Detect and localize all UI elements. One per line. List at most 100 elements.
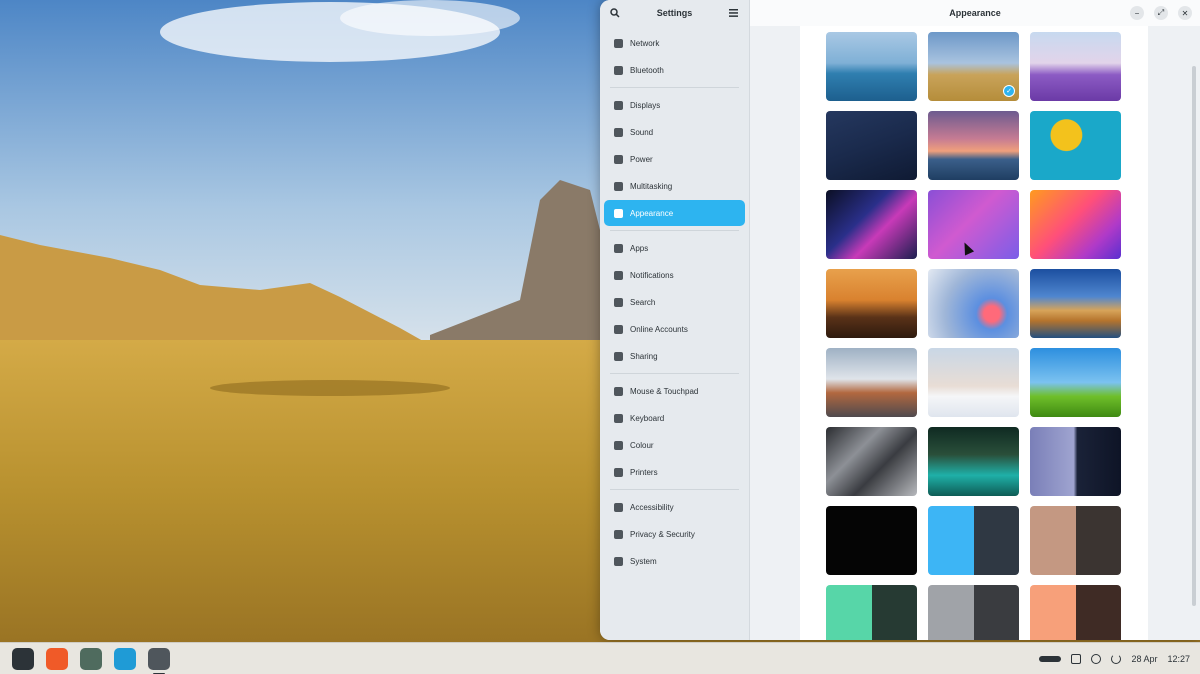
wallpaper-thumbnail-peach-brown[interactable] (1030, 585, 1121, 640)
sidebar-item-label: Bluetooth (630, 65, 664, 75)
mouse-icon (614, 386, 623, 396)
wallpaper-thumbnail-sugarloaf-sunset[interactable] (826, 269, 917, 338)
wallpaper-thumbnail-grey-squares[interactable] (826, 427, 917, 496)
wallpaper-thumbnail-frosted-tree[interactable] (928, 348, 1019, 417)
sidebar-item-appearance[interactable]: Appearance (604, 200, 745, 226)
tray-date[interactable]: 28 Apr (1131, 654, 1157, 664)
wallpaper-thumbnail-sunset-gradient[interactable] (1030, 190, 1121, 259)
sidebar-item-colour[interactable]: Colour (604, 432, 745, 458)
sidebar-item-accessibility[interactable]: Accessibility (604, 494, 745, 520)
power-icon (614, 154, 623, 164)
search-icon[interactable] (608, 6, 622, 20)
tray-time[interactable]: 12:27 (1167, 654, 1190, 664)
wallpaper-thumbnail-green-field-sky[interactable] (1030, 348, 1121, 417)
sidebar-item-online-accounts[interactable]: Online Accounts (604, 316, 745, 342)
sidebar-item-bluetooth[interactable]: Bluetooth (604, 57, 745, 83)
battery-icon[interactable] (1039, 656, 1062, 662)
gear-icon (614, 556, 623, 566)
display-icon (614, 100, 623, 110)
colour-icon (614, 440, 623, 450)
wallpaper-panel: ✓ (800, 26, 1148, 640)
sidebar-item-system[interactable]: System (604, 548, 745, 574)
colour-swatch (1030, 585, 1076, 640)
zorin-menu-icon[interactable] (12, 647, 34, 670)
sidebar-item-multitasking[interactable]: Multitasking (604, 173, 745, 199)
sidebar-item-label: Mouse & Touchpad (630, 386, 699, 396)
scrollbar[interactable] (1192, 66, 1196, 606)
colour-swatch (1075, 585, 1121, 640)
sidebar-item-label: Apps (630, 243, 649, 253)
keyboard-icon (614, 413, 623, 423)
printer-icon (614, 467, 623, 477)
sidebar-item-label: Appearance (630, 208, 674, 218)
sidebar-item-label: Power (630, 154, 653, 164)
sidebar-item-label: System (630, 556, 657, 566)
sidebar-item-label: Privacy & Security (630, 529, 695, 539)
sidebar-separator (610, 230, 739, 231)
colour-swatch (973, 585, 1019, 640)
appearance-icon (614, 208, 623, 218)
hamburger-menu-icon[interactable] (727, 6, 741, 20)
wallpaper-thumbnail-lavender-tree[interactable] (1030, 32, 1121, 101)
wallpaper-thumbnail-blue-rocks-lake[interactable] (1030, 269, 1121, 338)
sidebar-item-network[interactable]: Network (604, 30, 745, 56)
wallpaper-thumbnail-sky-blue-slate[interactable] (928, 506, 1019, 575)
sidebar-item-sharing[interactable]: Sharing (604, 343, 745, 369)
wallpaper-thumbnail-grey-charcoal[interactable] (928, 585, 1019, 640)
sidebar-item-label: Notifications (630, 270, 674, 280)
wallpaper-thumbnail-tan-dark[interactable] (1030, 506, 1121, 575)
sidebar-item-apps[interactable]: Apps (604, 235, 745, 261)
settings-gear-icon[interactable] (148, 647, 170, 674)
sidebar-item-label: Network (630, 38, 660, 48)
wallpaper-thumbnail-blue-glass[interactable] (928, 269, 1019, 338)
sidebar-item-printers[interactable]: Printers (604, 459, 745, 485)
wallpaper-thumbnail-mountain-night-split[interactable] (1030, 427, 1121, 496)
sidebar-item-power[interactable]: Power (604, 146, 745, 172)
files-icon[interactable] (80, 647, 102, 670)
sidebar-item-mouse-touchpad[interactable]: Mouse & Touchpad (604, 378, 745, 404)
colour-swatch (973, 506, 1019, 575)
close-button[interactable]: ✕ (1178, 6, 1192, 20)
colour-swatch (1030, 506, 1076, 575)
sidebar-item-notifications[interactable]: Notifications (604, 262, 745, 288)
sidebar-item-label: Multitasking (630, 181, 673, 191)
accounts-icon (614, 324, 623, 334)
brave-browser-icon[interactable] (46, 647, 68, 670)
content-body: ✓ (750, 26, 1200, 640)
colour-swatch (871, 585, 917, 640)
minimize-button[interactable]: − (1130, 6, 1144, 20)
wallpaper-thumbnail-solid-black[interactable] (826, 506, 917, 575)
wallpaper-thumbnail-snow-rocks[interactable] (826, 348, 917, 417)
apps-icon (614, 243, 623, 253)
sidebar-item-label: Online Accounts (630, 324, 688, 334)
colour-swatch (1075, 506, 1121, 575)
search-icon (614, 297, 623, 307)
wallpaper-thumbnail-pink-clouds-sea[interactable] (928, 111, 1019, 180)
wallpaper-thumbnail-pool-float[interactable] (1030, 111, 1121, 180)
wallpaper-thumbnail-island-sea[interactable] (826, 32, 917, 101)
wallpaper-thumbnail-mint-dark[interactable] (826, 585, 917, 640)
sidebar-item-search[interactable]: Search (604, 289, 745, 315)
maximize-button[interactable]: ⤢ (1154, 6, 1168, 20)
colour-swatch (826, 585, 872, 640)
sidebar-item-label: Accessibility (630, 502, 674, 512)
volume-icon[interactable] (1091, 654, 1102, 664)
sidebar-header: Settings (600, 0, 749, 26)
software-store-icon[interactable] (114, 647, 136, 670)
wallpaper-thumbnail-tropical-lagoon[interactable] (928, 427, 1019, 496)
colour-swatch (928, 585, 974, 640)
wallpaper-thumbnail-dark-dunes[interactable] (826, 111, 917, 180)
wallpaper-thumbnail-mesa-field[interactable]: ✓ (928, 32, 1019, 101)
sidebar-list: Network Bluetooth Displays Sound Power Multit… (600, 26, 749, 574)
sidebar-item-keyboard[interactable]: Keyboard (604, 405, 745, 431)
power-icon[interactable] (1111, 654, 1122, 664)
display-icon[interactable] (1071, 654, 1082, 664)
sidebar-item-displays[interactable]: Displays (604, 92, 745, 118)
wallpaper-thumbnail-purple-waves[interactable] (928, 190, 1019, 259)
wallpaper-thumbnail-crystal-abstract[interactable] (826, 190, 917, 259)
sidebar-item-sound[interactable]: Sound (604, 119, 745, 145)
settings-window: Settings Network Bluetooth Displays Sound Po… (600, 0, 1200, 640)
sidebar-separator (610, 489, 739, 490)
sidebar-item-privacy-security[interactable]: Privacy & Security (604, 521, 745, 547)
sound-icon (614, 127, 623, 137)
